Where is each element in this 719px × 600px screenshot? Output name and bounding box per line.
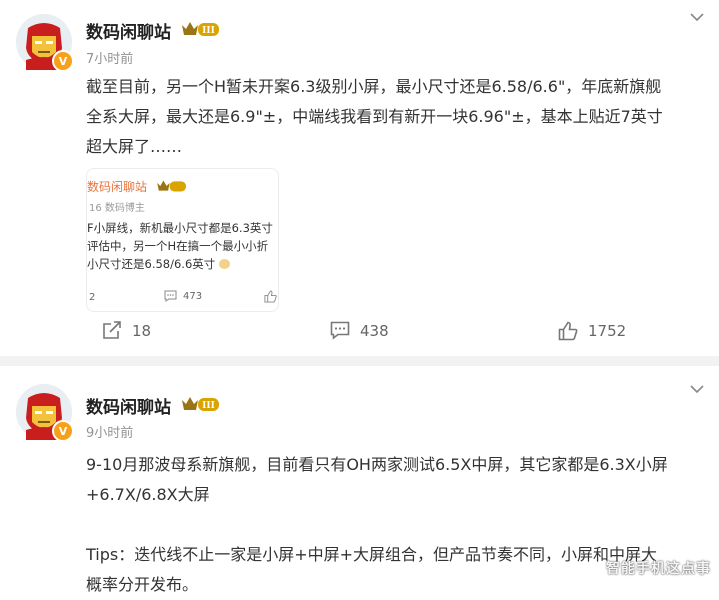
chevron-down-icon[interactable] xyxy=(689,12,705,22)
quoted-repost-count[interactable]: 2 xyxy=(89,292,95,303)
chevron-down-icon[interactable] xyxy=(689,384,705,394)
post-actions: 18 438 1752 xyxy=(0,321,719,349)
post-text-line: 全系大屏，最大还是6.9"±，中端线我看到有新开一块6.96"±，基本上贴近7英… xyxy=(86,107,663,126)
avatar[interactable]: V xyxy=(16,14,74,72)
level-badge: III xyxy=(181,395,221,418)
comment-button[interactable]: 438 xyxy=(330,321,389,340)
quoted-comment-count: 473 xyxy=(183,290,203,302)
comment-icon xyxy=(164,290,177,302)
quoted-text-line: F小屏线，新机最小尺寸都是6.3英寸 xyxy=(87,221,273,235)
comment-icon xyxy=(330,321,350,340)
repost-icon xyxy=(103,321,121,339)
like-icon xyxy=(558,321,578,341)
post-text-line: 超大屏了…… xyxy=(86,137,183,156)
post-text-line: 截至目前，另一个H暂未开案6.3级别小屏，最小尺寸还是6.58/6.6"，年底新… xyxy=(86,77,662,96)
quoted-text: F小屏线，新机最小尺寸都是6.3英寸 评估中，另一个H在搞一个最小小折 小尺寸还… xyxy=(87,219,278,273)
verified-badge-icon: V xyxy=(52,420,74,442)
quoted-post[interactable]: 数码闲聊站 16 数码博主 F小屏线，新机最小尺寸都是6.3英寸 评估中，另一个… xyxy=(86,168,279,312)
quoted-text-line: 评估中，另一个H在搞一个最小小折 xyxy=(87,239,269,253)
level-badge: III xyxy=(181,20,221,43)
like-button[interactable]: 1752 xyxy=(558,321,626,341)
username[interactable]: 数码闲聊站 III xyxy=(86,393,221,420)
verified-badge-icon: V xyxy=(52,50,74,72)
quoted-actions: 2 473 xyxy=(87,290,278,306)
repost-count: 18 xyxy=(132,321,152,340)
quoted-comment-button[interactable]: 473 xyxy=(164,290,202,302)
quoted-username[interactable]: 数码闲聊站 xyxy=(87,178,189,196)
svg-text:III: III xyxy=(202,26,215,36)
post-time[interactable]: 7小时前 xyxy=(86,48,133,67)
quoted-username-text[interactable]: 数码闲聊站 xyxy=(87,180,147,194)
level-badge xyxy=(155,179,189,196)
username-text[interactable]: 数码闲聊站 xyxy=(86,398,171,418)
post-text-line xyxy=(86,510,706,540)
watermark: 智能手机这点事 xyxy=(606,561,711,577)
post-text-line: 9-10月那波母系新旗舰，目前看只有OH两家测试6.5X中屏，其它家都是6.3X… xyxy=(86,455,668,474)
post-time[interactable]: 9小时前 xyxy=(86,422,133,441)
quoted-meta: 16 数码博主 xyxy=(89,203,145,214)
like-icon[interactable] xyxy=(264,290,277,303)
avatar[interactable]: V xyxy=(16,384,74,442)
comment-count: 438 xyxy=(360,321,389,340)
weibo-post: V 数码闲聊站 III 9小时前 9-10月那波母系新旗舰，目前看只有OH两家测… xyxy=(0,366,719,594)
quoted-text-line: 小尺寸还是6.58/6.6英寸 xyxy=(87,255,278,273)
quoted-text-line-content: 小尺寸还是6.58/6.6英寸 xyxy=(87,257,216,271)
emoji-icon xyxy=(218,259,230,269)
post-text-line: +6.7X/6.8X大屏 xyxy=(86,485,210,504)
weibo-post: V 数码闲聊站 III 7小时前 截至目前，另一个H暂未开案6.3级别小屏，最小… xyxy=(0,0,719,356)
like-count: 1752 xyxy=(588,322,627,340)
repost-button[interactable]: 18 xyxy=(102,321,151,340)
post-text: 截至目前，另一个H暂未开案6.3级别小屏，最小尺寸还是6.58/6.6"，年底新… xyxy=(86,72,706,162)
post-divider xyxy=(0,356,719,366)
username-text[interactable]: 数码闲聊站 xyxy=(86,23,171,43)
svg-text:III: III xyxy=(202,401,215,411)
username[interactable]: 数码闲聊站 III xyxy=(86,18,221,45)
